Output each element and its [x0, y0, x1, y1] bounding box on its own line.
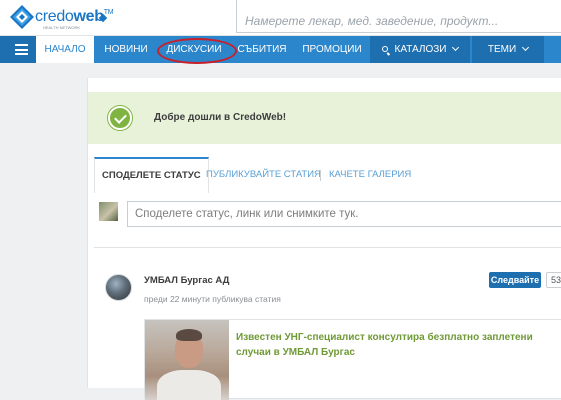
- follow-button[interactable]: Следвайте: [489, 272, 541, 288]
- composer-tabs: СПОДЕЛЕТЕ СТАТУС ПУБЛИКУВАЙТЕ СТАТИЯ КАЧ…: [94, 157, 561, 193]
- search-icon: [381, 46, 388, 52]
- welcome-message: Добре дошли в CredoWeb!: [154, 112, 287, 123]
- article-thumbnail[interactable]: [145, 320, 229, 400]
- tab-upload-gallery[interactable]: КАЧЕТЕ ГАЛЕРИЯ: [329, 157, 411, 193]
- menu-button[interactable]: [0, 36, 36, 63]
- nav-item-topics[interactable]: ТЕМИ: [472, 36, 544, 63]
- welcome-banner: Добре дошли в CredoWeb!: [88, 92, 561, 144]
- search-input[interactable]: [236, 0, 561, 33]
- tab-share-status[interactable]: СПОДЕЛЕТЕ СТАТУС: [94, 157, 209, 193]
- chevron-down-icon: [522, 43, 530, 52]
- tab-divider: [320, 170, 321, 181]
- hamburger-icon: [15, 44, 28, 55]
- highlight-ellipse-annotation: [157, 38, 237, 64]
- nav-item-catalogs[interactable]: КАТАЛОЗИ: [370, 36, 470, 63]
- checkmark-icon: [108, 106, 132, 130]
- post-meta: преди 22 минути публикува статия: [144, 294, 281, 304]
- status-input[interactable]: [127, 201, 561, 227]
- author-avatar[interactable]: [105, 274, 132, 301]
- nav-item-events[interactable]: СЪБИТИЯ: [232, 36, 292, 63]
- user-avatar[interactable]: [99, 202, 118, 221]
- post-author[interactable]: УМБАЛ Бургас АД: [144, 275, 229, 286]
- chevron-down-icon: [452, 43, 460, 52]
- feed-card: Добре дошли в CredoWeb! СПОДЕЛЕТЕ СТАТУС…: [87, 78, 561, 400]
- top-header: credowebTM HEALTH NETWORK: [0, 0, 561, 36]
- tab-publish-article[interactable]: ПУБЛИКУВАЙТЕ СТАТИЯ: [206, 157, 321, 193]
- logo-diamond-icon: [10, 5, 34, 29]
- divider: [94, 247, 561, 248]
- logo-tagline: HEALTH NETWORK: [43, 25, 81, 30]
- main-nav: НАЧАЛО НОВИНИ ДИСКУСИИ СЪБИТИЯ ПРОМОЦИИ …: [0, 36, 561, 63]
- nav-item-promotions[interactable]: ПРОМОЦИИ: [296, 36, 368, 63]
- article-title[interactable]: Известен УНГ-специалист консултира безпл…: [236, 330, 561, 360]
- nav-item-news[interactable]: НОВИНИ: [98, 36, 154, 63]
- credoweb-logo[interactable]: credowebTM HEALTH NETWORK: [10, 5, 120, 31]
- follow-count: 53: [546, 272, 561, 288]
- article-preview[interactable]: Известен УНГ-специалист консултира безпл…: [144, 319, 561, 400]
- nav-item-home[interactable]: НАЧАЛО: [36, 36, 94, 63]
